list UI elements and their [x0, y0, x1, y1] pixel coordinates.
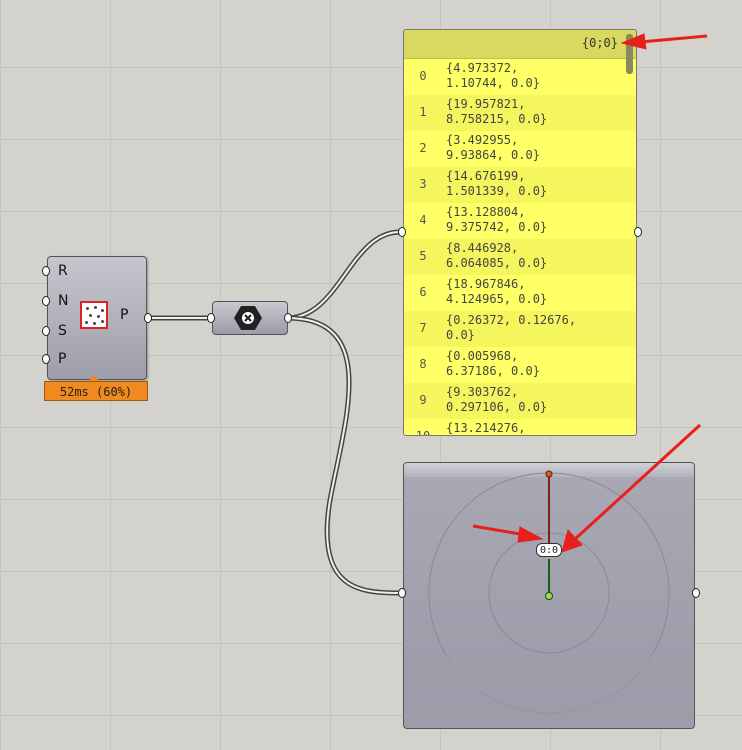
annotation-arrows — [472, 33, 708, 553]
